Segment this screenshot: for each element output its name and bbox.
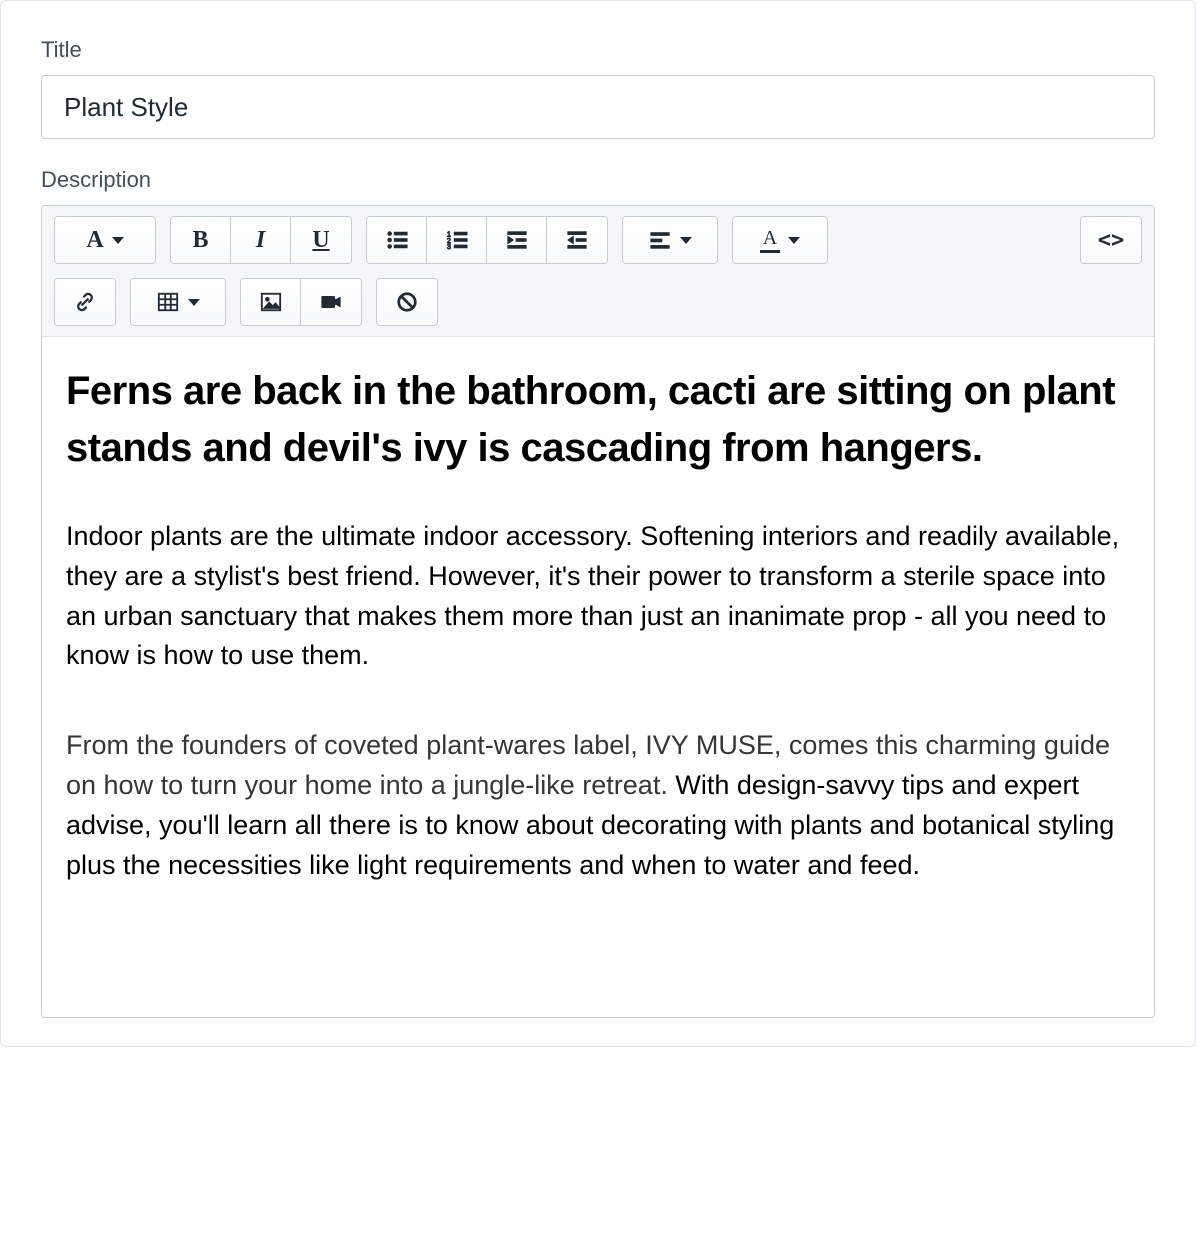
italic-button[interactable]: I: [231, 217, 291, 263]
numbered-list-button[interactable]: 1 2 3: [427, 217, 487, 263]
italic-icon: I: [256, 228, 265, 252]
table-button[interactable]: [131, 279, 225, 325]
text-format-group: B I U: [170, 216, 352, 264]
outdent-icon: [505, 229, 529, 251]
title-input[interactable]: [41, 75, 1155, 139]
font-style-group: A: [54, 216, 156, 264]
numbered-list-icon: 1 2 3: [445, 229, 469, 251]
description-label: Description: [41, 167, 1155, 193]
link-icon: [73, 291, 97, 313]
code-view-button[interactable]: <>: [1081, 217, 1141, 263]
bold-button[interactable]: B: [171, 217, 231, 263]
image-button[interactable]: [241, 279, 301, 325]
chevron-down-icon: [188, 299, 200, 306]
align-group: [622, 216, 718, 264]
video-icon: [319, 291, 343, 313]
align-left-icon: [648, 229, 672, 251]
no-entry-icon: [395, 291, 419, 313]
code-icon: <>: [1098, 228, 1125, 253]
link-button[interactable]: [55, 279, 115, 325]
underline-icon: U: [312, 228, 329, 252]
list-indent-group: 1 2 3: [366, 216, 608, 264]
content-paragraph-2: From the founders of coveted plant-wares…: [66, 726, 1130, 886]
code-view-group: <>: [1080, 216, 1142, 264]
editor-content[interactable]: Ferns are back in the bathroom, cacti ar…: [42, 337, 1154, 1017]
outdent-button[interactable]: [487, 217, 547, 263]
clear-formatting-button[interactable]: [377, 279, 437, 325]
content-paragraph-1: Indoor plants are the ultimate indoor ac…: [66, 517, 1130, 677]
image-icon: [259, 291, 283, 313]
font-style-glyph: A: [86, 228, 103, 252]
media-group: [240, 278, 362, 326]
link-group: [54, 278, 116, 326]
clear-group: [376, 278, 438, 326]
indent-icon: [565, 229, 589, 251]
bullet-list-icon: [385, 229, 409, 251]
bullet-list-button[interactable]: [367, 217, 427, 263]
form-card: Title Description A B I U: [0, 0, 1196, 1047]
toolbar-row-2: [54, 278, 1142, 326]
rich-text-editor: A B I U: [41, 205, 1155, 1018]
table-icon: [156, 291, 180, 313]
font-style-button[interactable]: A: [55, 217, 155, 263]
chevron-down-icon: [680, 237, 692, 244]
font-color-icon: A: [760, 228, 780, 253]
font-color-group: A: [732, 216, 828, 264]
chevron-down-icon: [788, 237, 800, 244]
title-label: Title: [41, 37, 1155, 63]
chevron-down-icon: [112, 237, 124, 244]
table-group: [130, 278, 226, 326]
underline-button[interactable]: U: [291, 217, 351, 263]
content-heading: Ferns are back in the bathroom, cacti ar…: [66, 363, 1130, 477]
bold-icon: B: [192, 228, 208, 252]
font-color-button[interactable]: A: [733, 217, 827, 263]
indent-button[interactable]: [547, 217, 607, 263]
svg-text:3: 3: [446, 242, 450, 251]
video-button[interactable]: [301, 279, 361, 325]
align-button[interactable]: [623, 217, 717, 263]
editor-toolbar: A B I U: [42, 206, 1154, 337]
